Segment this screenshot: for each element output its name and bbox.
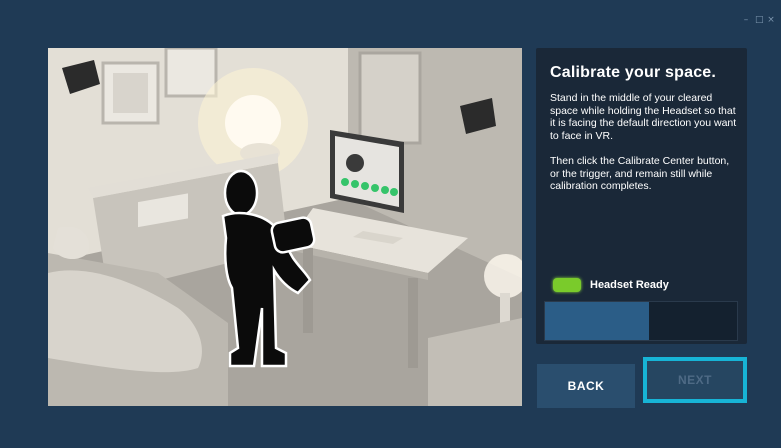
- close-icon[interactable]: ×: [767, 16, 775, 25]
- room-illustration: [48, 48, 522, 406]
- status-label: Headset Ready: [590, 279, 669, 291]
- instruction-paragraph-1: Stand in the middle of your cleared spac…: [550, 92, 737, 142]
- instructions-text: Stand in the middle of your cleared spac…: [550, 92, 740, 206]
- panel-title: Calibrate your space.: [550, 64, 717, 81]
- instruction-panel: Calibrate your space. Stand in the middl…: [536, 48, 747, 344]
- minimize-icon[interactable]: –: [742, 16, 750, 25]
- status-indicator-icon: [553, 278, 581, 292]
- room-scene-drawing: [48, 48, 522, 406]
- maximize-icon[interactable]: □: [755, 16, 764, 25]
- progress-fill: [545, 302, 649, 340]
- back-button[interactable]: BACK: [537, 364, 635, 408]
- instruction-paragraph-2: Then click the Calibrate Center button, …: [550, 155, 730, 192]
- calibration-progress-bar: [544, 301, 738, 341]
- next-button[interactable]: NEXT: [643, 357, 747, 403]
